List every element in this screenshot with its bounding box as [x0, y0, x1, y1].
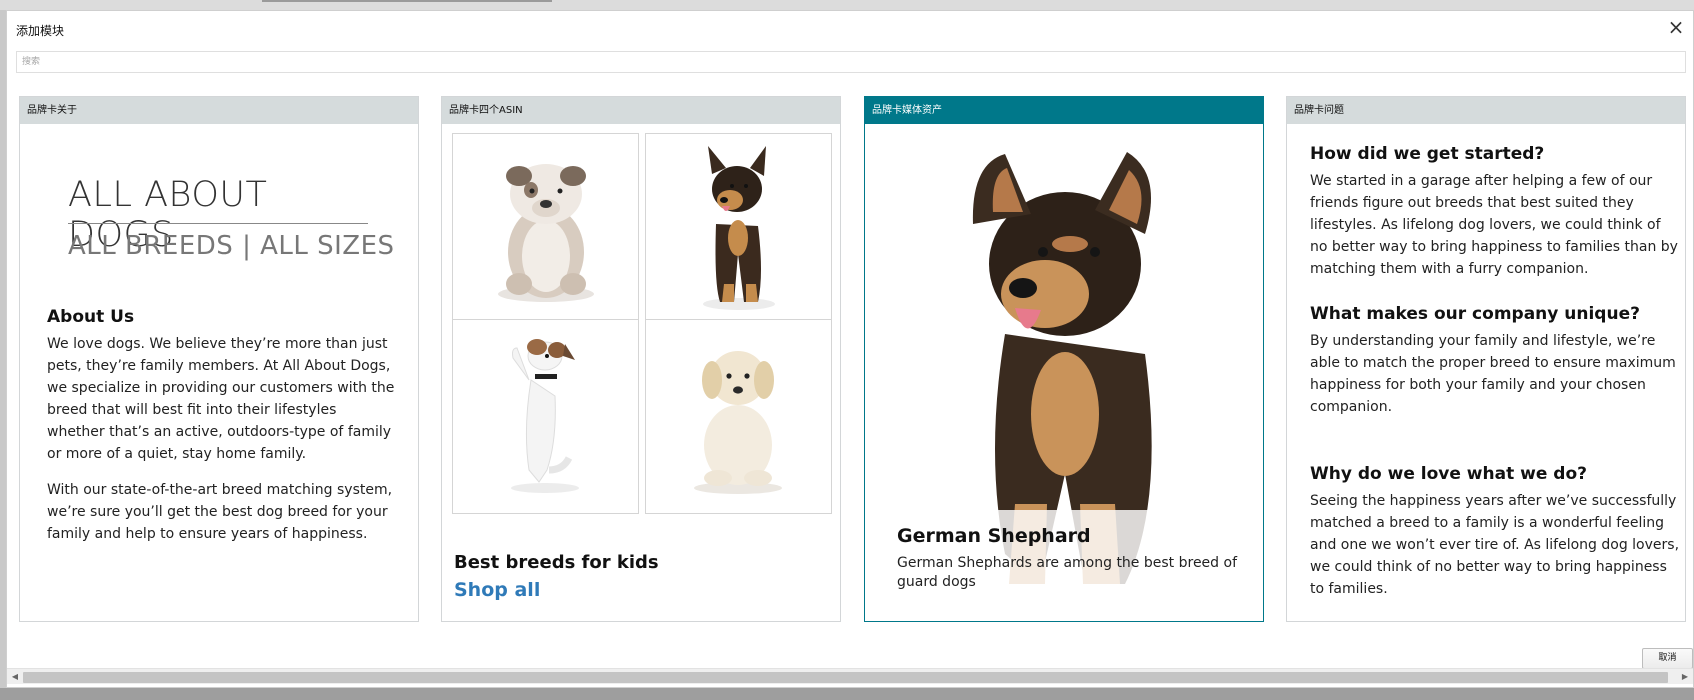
- question-heading: How did we get started?: [1310, 144, 1545, 164]
- shop-all-link[interactable]: Shop all: [454, 579, 540, 601]
- about-paragraph-1: We love dogs. We believe they’re more th…: [47, 336, 395, 462]
- bulldog-image: [498, 164, 594, 302]
- answer-paragraph: By understanding your family and lifesty…: [1310, 333, 1676, 415]
- brand-card-four-asin[interactable]: 品牌卡四个ASIN Best breeds for kids Shop all: [441, 96, 841, 622]
- jack-russell-image: [511, 339, 579, 493]
- card-heading: Best breeds for kids: [454, 552, 659, 573]
- product-tile: [645, 133, 832, 328]
- brand-card-media-asset[interactable]: 品牌卡媒体资产 German Shephard German Shephards…: [864, 96, 1264, 622]
- question-heading: Why do we love what we do?: [1310, 464, 1587, 484]
- scroll-right-arrow-icon[interactable]: ▶: [1680, 672, 1690, 682]
- brand-subtitle: ALL BREEDS | ALL SIZES: [68, 231, 395, 261]
- add-module-dialog: 添加模块 × 品牌卡关于 ALL ABOUT DOGS ALL BREEDS |…: [6, 10, 1694, 688]
- cancel-button[interactable]: 取消: [1642, 648, 1693, 669]
- german-shepherd-puppy-image: [703, 146, 775, 310]
- close-icon[interactable]: ×: [1667, 17, 1685, 37]
- section-heading: About Us: [47, 307, 135, 327]
- answer-paragraph: We started in a garage after helping a f…: [1310, 173, 1678, 277]
- brand-card-questions[interactable]: 品牌卡问题 How did we get started? We started…: [1286, 96, 1686, 622]
- scroll-left-arrow-icon[interactable]: ◀: [10, 672, 20, 682]
- card-header: 品牌卡关于: [20, 97, 418, 124]
- card-body: German Shephards are among the best bree…: [897, 555, 1237, 590]
- background-tab-bar: [262, 0, 552, 2]
- product-tile: [452, 319, 639, 514]
- dialog-title: 添加模块: [16, 24, 65, 38]
- answer-paragraph: Seeing the happiness years after we’ve s…: [1310, 493, 1680, 597]
- background-bottom-strip: [0, 688, 1694, 700]
- product-tile: [645, 319, 832, 514]
- card-heading: German Shephard: [897, 525, 1091, 547]
- divider: [68, 223, 368, 224]
- golden-puppy-image: [694, 351, 782, 494]
- search-input[interactable]: [16, 51, 1686, 73]
- background-window-strip: [0, 0, 1694, 10]
- about-paragraph-2: With our state-of-the-art breed matching…: [47, 482, 393, 542]
- horizontal-scrollbar[interactable]: ◀ ▶: [7, 668, 1693, 684]
- brand-card-about[interactable]: 品牌卡关于 ALL ABOUT DOGS ALL BREEDS | ALL SI…: [19, 96, 419, 622]
- card-header: 品牌卡四个ASIN: [442, 97, 840, 124]
- question-heading: What makes our company unique?: [1310, 304, 1640, 324]
- card-header: 品牌卡媒体资产: [865, 97, 1263, 124]
- scrollbar-thumb[interactable]: [23, 672, 1668, 683]
- product-tile: [452, 133, 639, 328]
- card-header: 品牌卡问题: [1287, 97, 1685, 124]
